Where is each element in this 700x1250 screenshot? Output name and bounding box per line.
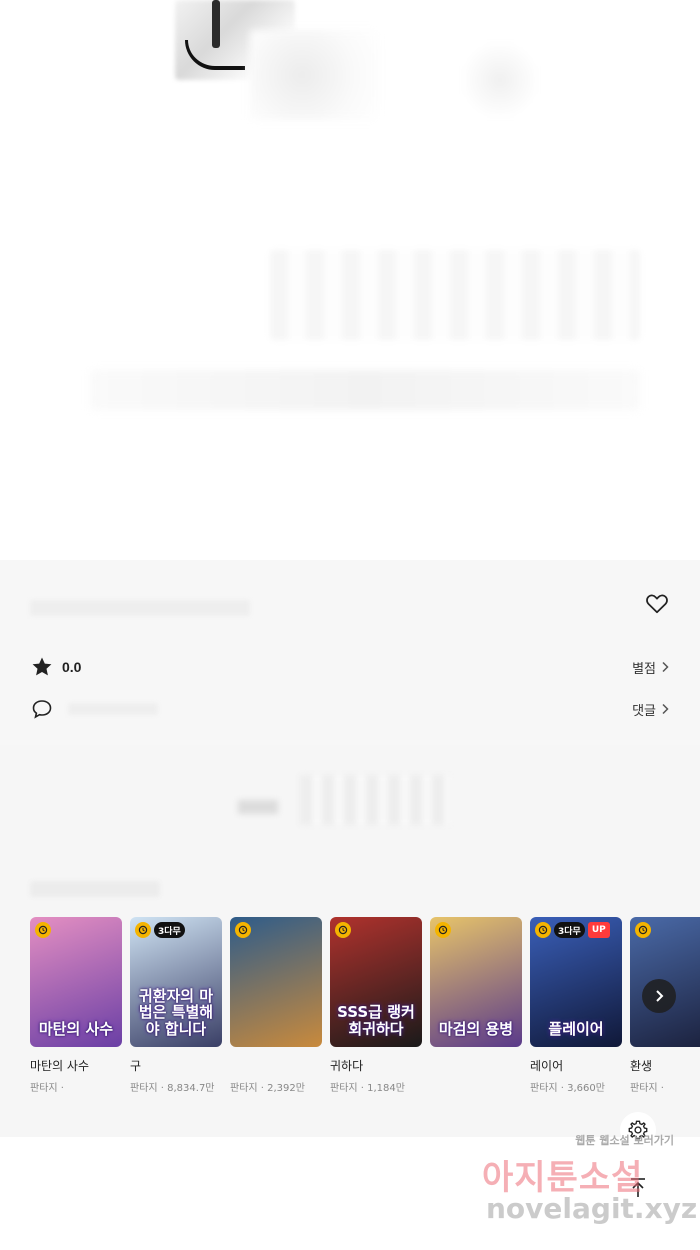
- up-badge: UP: [587, 922, 610, 938]
- free-wait-badge: 3다무: [154, 922, 185, 938]
- badge-group: [35, 922, 51, 938]
- recommendation-card[interactable]: 3다무귀환자의 마법은 특별해야 합니다구판타지 · 8,834.7만: [130, 917, 222, 1094]
- comic-faded-text: [90, 370, 640, 410]
- recommendation-card[interactable]: 3다무 UP 플레이어레이어판타지 · 3,660만: [530, 917, 622, 1094]
- clock-icon: [435, 922, 451, 938]
- badge-group: [335, 922, 351, 938]
- chevron-right-icon: [662, 661, 669, 673]
- clock-icon: [35, 922, 51, 938]
- card-title: [430, 1057, 522, 1073]
- comment-link-label: 댓글: [632, 703, 656, 719]
- cover-thumbnail: SSS급 랭커 회귀하다: [330, 917, 422, 1047]
- heart-icon: [646, 594, 668, 614]
- recommendation-card[interactable]: 마탄의 사수 마탄의 사수 판타지 ·: [30, 917, 122, 1094]
- card-title: 구: [130, 1059, 142, 1073]
- comic-art-fragment: [460, 40, 540, 120]
- rating-link-label: 별점: [632, 661, 656, 677]
- badge-group: [435, 922, 451, 938]
- rating-link[interactable]: 별점: [632, 658, 670, 677]
- card-meta: 판타지 · 3,660만: [530, 1083, 605, 1094]
- cover-title-art: 귀환자의 마법은 특별해야 합니다: [138, 986, 214, 1038]
- card-title: 레이어: [530, 1059, 564, 1073]
- episode-info: 0.0 별점 댓글: [0, 560, 700, 745]
- faded-episode-title: [30, 600, 250, 616]
- clock-icon: [135, 922, 151, 938]
- cover-thumbnail: 마검의 용병: [430, 917, 522, 1047]
- free-wait-badge: 3다무: [554, 922, 585, 938]
- recommendations-section: 마탄의 사수 마탄의 사수 판타지 · 3다무 귀환자의 마법은 특별해야 합니다 구 판타…: [0, 855, 700, 1137]
- card-meta: 판타지 ·: [30, 1083, 64, 1094]
- favorite-button[interactable]: [644, 590, 670, 616]
- card-title: [230, 1057, 322, 1073]
- rating-value: 0.0: [62, 659, 82, 675]
- card-meta: 판타지 ·: [630, 1083, 664, 1094]
- card-title: 마탄의 사수: [30, 1059, 90, 1073]
- faded-banner: [0, 745, 700, 855]
- badge-group: 3다무: [135, 922, 185, 938]
- recommendation-card[interactable]: SSS급 랭커 회귀하다귀하다판타지 · 1,184만: [330, 917, 422, 1094]
- faded-section-heading: [30, 881, 160, 897]
- cover-thumbnail: [230, 917, 322, 1047]
- badge-group: [235, 922, 251, 938]
- comic-faded-text: [270, 250, 640, 340]
- comment-link[interactable]: 댓글: [632, 700, 670, 719]
- chevron-right-icon: [662, 703, 669, 715]
- clock-icon: [635, 922, 651, 938]
- comic-art-fragment: [250, 30, 380, 120]
- card-meta: 판타지 · 2,392만: [230, 1083, 305, 1094]
- speech-bubble-icon: [30, 697, 54, 721]
- clock-icon: [535, 922, 551, 938]
- cover-thumbnail: 마탄의 사수: [30, 917, 122, 1047]
- clock-icon: [335, 922, 351, 938]
- recommendation-card[interactable]: 판타지 · 2,392만: [230, 917, 322, 1094]
- site-watermark: 웹툰 웹소설 보러가기 아지툰소설 novelagit.xyz: [478, 1132, 697, 1232]
- recommendation-carousel: 마탄의 사수 마탄의 사수 판타지 · 3다무 귀환자의 마법은 특별해야 합니다 구 판타…: [30, 917, 700, 1094]
- comment-row: 댓글: [30, 694, 670, 724]
- chevron-right-icon: [656, 990, 664, 1002]
- card-meta: 판타지 · 1,184만: [330, 1083, 405, 1094]
- cover-title-art: SSS급 랭커 회귀하다: [337, 1003, 415, 1038]
- card-title: 귀하다: [330, 1059, 364, 1073]
- comic-ink-stroke: [212, 0, 220, 48]
- watermark-url: novelagit.xyz: [486, 1192, 698, 1225]
- banner-faded-mark: [238, 800, 278, 814]
- cover-title-art: 마검의 용병: [438, 1019, 514, 1038]
- recommendation-card[interactable]: 마검의 용병: [430, 917, 522, 1094]
- banner-faded-text: [300, 775, 450, 825]
- star-icon: [30, 655, 54, 679]
- carousel-next-button[interactable]: [642, 979, 676, 1013]
- cover-thumbnail: 3다무귀환자의 마법은 특별해야 합니다: [130, 917, 222, 1047]
- card-title: 환생: [630, 1059, 653, 1073]
- badge-group: [635, 922, 651, 938]
- cover-thumbnail: 3다무 UP 플레이어: [530, 917, 622, 1047]
- card-meta: 판타지 · 8,834.7만: [130, 1083, 215, 1094]
- clock-icon: [235, 922, 251, 938]
- watermark-tagline: 웹툰 웹소설 보러가기: [575, 1134, 674, 1147]
- cover-title-art: 플레이어: [548, 1019, 604, 1038]
- badge-group: 3다무 UP: [535, 922, 610, 938]
- comic-panel: [0, 0, 700, 560]
- faded-comment-count: [68, 703, 158, 715]
- cover-title-art: 마탄의 사수: [38, 1019, 114, 1038]
- rating-row: 0.0 별점: [30, 652, 670, 682]
